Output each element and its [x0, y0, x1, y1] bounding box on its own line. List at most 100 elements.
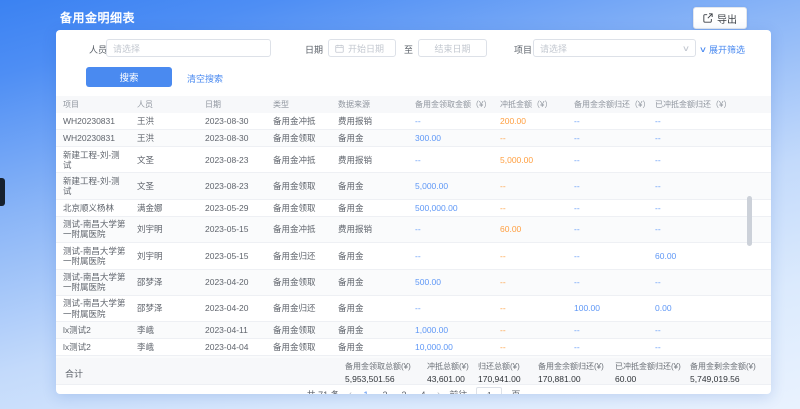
column-header: 项目: [56, 99, 130, 110]
date-start-placeholder: 开始日期: [348, 42, 384, 55]
project-select[interactable]: 请选择 ∨: [533, 39, 696, 57]
date-end-input[interactable]: 结束日期: [418, 39, 487, 57]
cell-person: 王洪: [130, 130, 198, 145]
table-row[interactable]: 北京顺义杨林满金娜2023-05-29备用金领取备用金500,000.00---…: [56, 200, 771, 217]
cell-person: 文圣: [130, 178, 198, 193]
cell-date: 2023-05-15: [198, 248, 266, 263]
next-page-button[interactable]: ›: [437, 389, 440, 394]
cell-date: 2023-05-29: [198, 200, 266, 215]
table-header-row: 项目人员日期类型数据来源备用金领取金额（¥）冲抵金额（¥）备用金余额归还（¥）已…: [56, 96, 771, 113]
cell-project: lx测试2: [56, 323, 130, 338]
cell-person: 满金娜: [130, 200, 198, 215]
cell-received: --: [408, 301, 493, 316]
cell-date: 2023-04-11: [198, 323, 266, 338]
cell-balance_return: 100.00: [567, 301, 648, 316]
person-filter-label: 人员: [89, 43, 107, 56]
summary-stat-label: 备用金剩余金额(¥): [690, 361, 756, 372]
cell-received: 500.00: [408, 275, 493, 290]
cell-project: 测试-南昌大学第一附属医院: [56, 243, 130, 268]
cell-balance_return: --: [567, 200, 648, 215]
cell-project: lx测试2: [56, 340, 130, 355]
search-button[interactable]: 搜索: [86, 67, 172, 87]
cell-person: 文圣: [130, 152, 198, 167]
project-filter-label: 项目: [514, 43, 532, 56]
page-number-2[interactable]: 2: [380, 390, 390, 395]
cell-offset: --: [493, 178, 567, 193]
date-start-input[interactable]: 开始日期: [328, 39, 396, 57]
cell-offset: 200.00: [493, 113, 567, 128]
summary-stat: 归还总额(¥)170,941.00: [478, 361, 521, 384]
goto-page-suffix: 页: [511, 388, 520, 394]
cell-balance_return: --: [567, 275, 648, 290]
export-button[interactable]: 导出: [693, 7, 747, 29]
cell-project: 测试-南昌大学第一附属医院: [56, 296, 130, 321]
person-select[interactable]: 请选择: [106, 39, 271, 57]
cell-balance_return: --: [567, 340, 648, 355]
table-row[interactable]: 新建工程-刘-测试文圣2023-08-23备用金领取备用金5,000.00---…: [56, 173, 771, 199]
cell-balance_return: --: [567, 178, 648, 193]
sidebar-collapse-handle[interactable]: [0, 178, 5, 206]
summary-stat-label: 归还总额(¥): [478, 361, 521, 372]
page-number-3[interactable]: 3: [399, 390, 409, 395]
cell-balance_return: --: [567, 323, 648, 338]
cell-type: 备用金冲抵: [266, 152, 331, 167]
table-row[interactable]: lx测试2李峨2023-04-11备用金领取备用金1,000.00------: [56, 322, 771, 339]
cell-offset_return: --: [648, 222, 771, 237]
cell-received: --: [408, 113, 493, 128]
cell-source: 备用金: [331, 275, 408, 290]
cell-project: 测试-南昌大学第一附属医院: [56, 270, 130, 295]
cell-date: 2023-08-30: [198, 113, 266, 128]
table-row[interactable]: 测试-南昌大学第一附属医院邵梦泽2023-04-20备用金领取备用金500.00…: [56, 270, 771, 296]
summary-total-label: 合计: [65, 367, 83, 380]
cell-date: 2023-04-20: [198, 301, 266, 316]
cell-type: 备用金领取: [266, 323, 331, 338]
table-row[interactable]: WH20230831王洪2023-08-30备用金领取备用金300.00----…: [56, 130, 771, 147]
cell-source: 费用报销: [331, 152, 408, 167]
cell-offset_return: --: [648, 323, 771, 338]
cell-person: 李峨: [130, 323, 198, 338]
column-header: 备用金领取金额（¥）: [408, 99, 493, 110]
cell-received: --: [408, 152, 493, 167]
petty-cash-table: 项目人员日期类型数据来源备用金领取金额（¥）冲抵金额（¥）备用金余额归还（¥）已…: [56, 96, 771, 358]
cell-source: 备用金: [331, 340, 408, 355]
person-select-placeholder: 请选择: [113, 42, 140, 55]
cell-type: 备用金归还: [266, 301, 331, 316]
summary-stat-label: 冲抵总额(¥): [427, 361, 469, 372]
cell-source: 备用金: [331, 130, 408, 145]
summary-stat-value: 170,881.00: [538, 374, 604, 384]
vertical-scrollbar[interactable]: [747, 196, 752, 246]
summary-stat: 备用金余额归还(¥)170,881.00: [538, 361, 604, 384]
summary-stat-value: 43,601.00: [427, 374, 469, 384]
table-row[interactable]: WH20230831王洪2023-08-30备用金冲抵费用报销--200.00-…: [56, 113, 771, 130]
cell-received: 10,000.00: [408, 340, 493, 355]
cell-received: 5,000.00: [408, 178, 493, 193]
table-row[interactable]: lx测试2李峨2023-04-04备用金领取备用金10,000.00------: [56, 339, 771, 356]
clear-search-link[interactable]: 清空搜索: [187, 72, 223, 85]
summary-stat-value: 60.00: [615, 374, 681, 384]
summary-stat: 备用金剩余金额(¥) 5,749,019.56: [690, 361, 756, 384]
goto-page-input[interactable]: [476, 387, 502, 394]
table-row[interactable]: 测试-南昌大学第一附属医院邵梦泽2023-04-20备用金归还备用金----10…: [56, 296, 771, 322]
page-number-1[interactable]: 1: [361, 390, 371, 395]
cell-balance_return: --: [567, 152, 648, 167]
cell-balance_return: --: [567, 113, 648, 128]
cell-type: 备用金冲抵: [266, 113, 331, 128]
summary-stat-value: 5,749,019.56: [690, 374, 756, 384]
cell-offset_return: --: [648, 178, 771, 193]
cell-offset_return: --: [648, 200, 771, 215]
column-header: 冲抵金额（¥）: [493, 99, 567, 110]
cell-offset: --: [493, 248, 567, 263]
cell-offset_return: 60.00: [648, 248, 771, 263]
prev-page-button[interactable]: ‹: [349, 389, 352, 394]
table-row[interactable]: 测试-南昌大学第一附属医院刘宇明2023-05-15备用金归还备用金------…: [56, 243, 771, 269]
filter-actions: 搜索 清空搜索: [56, 67, 771, 87]
cell-offset: --: [493, 301, 567, 316]
table-row[interactable]: 新建工程-刘-测试文圣2023-08-23备用金冲抵费用报销--5,000.00…: [56, 147, 771, 173]
expand-filter-link[interactable]: ∨ 展开筛选: [700, 43, 745, 56]
table-row[interactable]: 测试-南昌大学第一附属医院刘宇明2023-05-15备用金冲抵费用报销--60.…: [56, 217, 771, 243]
summary-row: 合计 备用金领取总额(¥)5,953,501.56冲抵总额(¥)43,601.0…: [56, 358, 771, 385]
cell-date: 2023-05-15: [198, 222, 266, 237]
table-body: WH20230831王洪2023-08-30备用金冲抵费用报销--200.00-…: [56, 113, 771, 358]
chevron-down-icon: ∨: [682, 44, 690, 53]
page-number-4[interactable]: 4: [418, 390, 428, 395]
